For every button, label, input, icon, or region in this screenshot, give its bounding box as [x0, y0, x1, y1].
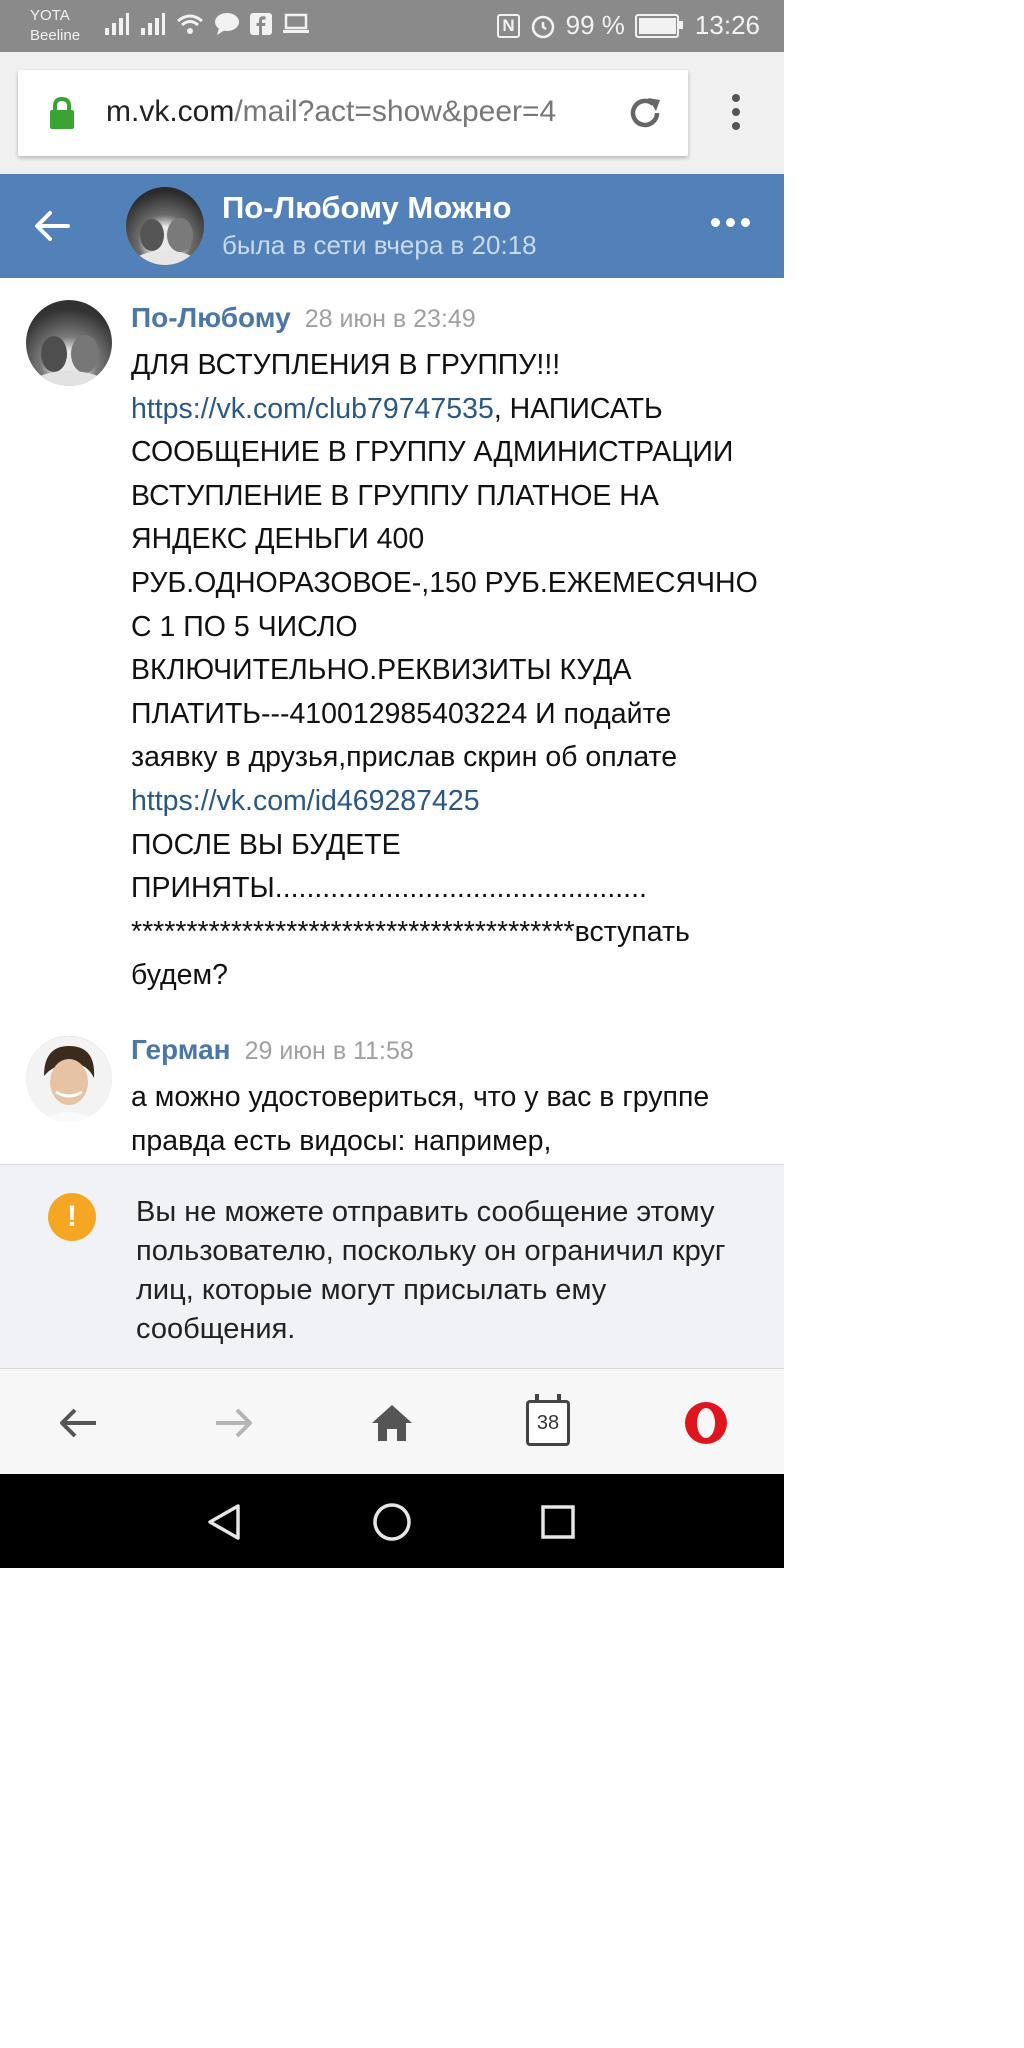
chat-bubble-icon: [215, 13, 239, 35]
message-link-profile[interactable]: https://vk.com/id469287425: [131, 785, 480, 817]
url-path: /mail?act=show&peer=4: [234, 95, 557, 128]
author-name[interactable]: По-Любому: [131, 302, 291, 333]
sender-avatar[interactable]: [26, 1036, 112, 1122]
message-text: а можно удостовериться, что у вас в груп…: [131, 1081, 718, 1157]
reload-icon[interactable]: [626, 94, 664, 132]
opera-logo-icon: [685, 1402, 727, 1444]
status-left-icons: [104, 12, 310, 36]
back-arrow-icon[interactable]: [32, 206, 72, 246]
message-text-part2: , НАПИСАТЬ СООБЩЕНИЕ В ГРУППУ АДМИНИСТРА…: [131, 392, 766, 774]
message-text-part1: ДЛЯ ВСТУПЛЕНИЯ В ГРУППУ!!!: [131, 349, 561, 381]
alarm-icon: [531, 15, 554, 38]
tab-count: 38: [536, 1412, 560, 1434]
url-host: m.vk.com: [106, 95, 235, 128]
home-icon: [372, 1405, 412, 1441]
browser-menu-icon[interactable]: [726, 94, 746, 134]
signal-icon-2: [141, 13, 165, 35]
browser-home-button[interactable]: [362, 1393, 422, 1453]
sender-avatar[interactable]: [26, 300, 112, 386]
forward-icon: [216, 1408, 252, 1438]
warning-icon: !: [48, 1193, 96, 1241]
messaging-restricted-notice: ! Вы не можете отправить сообщение этому…: [0, 1164, 784, 1369]
contact-name[interactable]: По-Любому Можно: [222, 190, 511, 226]
notice-text: Вы не можете отправить сообщение этому п…: [136, 1196, 726, 1345]
browser-back-button[interactable]: [48, 1393, 108, 1453]
battery-icon: [634, 13, 683, 38]
man-avatar-image: [26, 1036, 112, 1122]
contact-avatar[interactable]: [126, 187, 204, 265]
laptop-icon: [283, 13, 309, 33]
message-link-club[interactable]: https://vk.com/club79747535: [131, 393, 494, 425]
contact-last-seen: была в сети вчера в 20:18: [222, 230, 537, 260]
address-bar[interactable]: m.vk.com/mail?act=show&peer=4: [18, 70, 688, 156]
nfc-icon: N: [497, 13, 520, 38]
message-time: 28 июн в 23:49: [304, 305, 476, 333]
browser-toolbar: m.vk.com/mail?act=show&peer=4: [0, 52, 784, 174]
message-author[interactable]: По-Любому 28 июн в 23:49: [131, 302, 476, 334]
tabs-icon: 38: [526, 1394, 570, 1446]
carrier-beeline: Beeline: [30, 27, 81, 44]
carrier-info: YOTA Beeline: [30, 6, 80, 46]
message-author[interactable]: Герман 29 июн в 11:58: [131, 1034, 414, 1066]
browser-tabs-button[interactable]: 38: [518, 1393, 578, 1453]
message-text: ДЛЯ ВСТУПЛЕНИЯ В ГРУППУ!!! https://vk.co…: [131, 344, 761, 998]
opera-menu-button[interactable]: [676, 1393, 736, 1453]
status-bar: YOTA Beeline N 99 % 13:26: [0, 0, 784, 52]
signal-icon: [105, 13, 129, 35]
message-time: 29 июн в 11:58: [244, 1037, 414, 1065]
lock-icon: [50, 96, 74, 129]
author-name[interactable]: Герман: [131, 1034, 231, 1065]
clock: 13:26: [694, 10, 760, 40]
browser-bottom-nav: 38: [0, 1368, 784, 1475]
back-icon: [60, 1408, 96, 1438]
android-back-icon[interactable]: [204, 1502, 244, 1542]
message-text-part3: ПОСЛЕ ВЫ БУДЕТЕ ПРИНЯТЫ.................…: [131, 828, 690, 992]
facebook-icon: [250, 13, 272, 35]
status-right-icons: N 99 % 13:26: [497, 10, 760, 41]
battery-percent: 99 %: [565, 10, 625, 40]
message-list[interactable]: По-Любому 28 июн в 23:49 ДЛЯ ВСТУПЛЕНИЯ В…: [0, 278, 784, 1164]
android-recents-icon[interactable]: [540, 1504, 576, 1540]
cats-avatar-image: [35, 335, 103, 386]
wifi-icon: [177, 14, 203, 34]
android-home-icon[interactable]: [372, 1502, 412, 1542]
browser-forward-button[interactable]: [204, 1393, 264, 1453]
conversation-header: По-Любому Можно была в сети вчера в 20:1…: [0, 174, 784, 278]
more-options-icon[interactable]: [711, 218, 750, 227]
cats-avatar-image: [135, 218, 195, 265]
carrier-yota: YOTA: [30, 7, 70, 24]
android-navigation-bar: [0, 1474, 784, 1568]
url-text[interactable]: m.vk.com/mail?act=show&peer=4: [106, 92, 606, 132]
